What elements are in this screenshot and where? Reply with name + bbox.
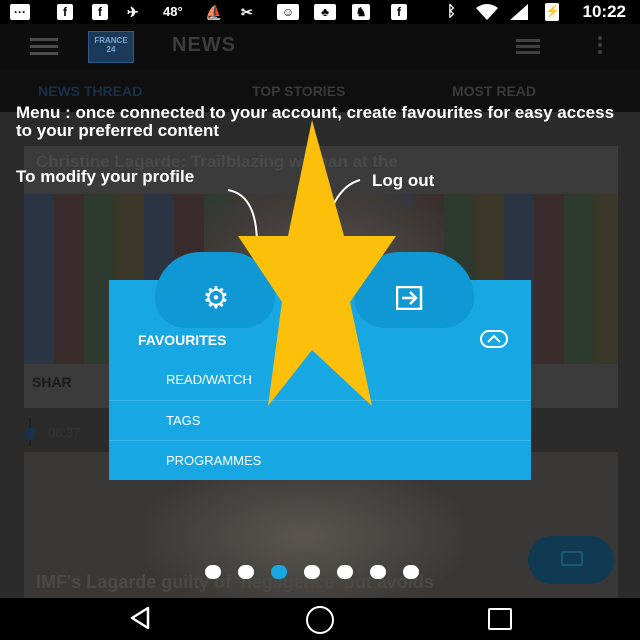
status-bar: ··· f f ✈ 48° ⛵ ✂ ☺ ♣ ♞ f ᛒ ⚡ 10:22: [0, 0, 640, 24]
hamburger-menu-icon[interactable]: [30, 38, 58, 56]
share-button[interactable]: SHAR: [32, 374, 72, 390]
logout-icon: [396, 286, 423, 310]
more-options-icon[interactable]: [598, 36, 604, 58]
page-dot-active[interactable]: [271, 565, 287, 579]
message-icon: ···: [10, 4, 30, 20]
page-title: NEWS: [172, 34, 236, 56]
page-dot[interactable]: [403, 565, 419, 579]
home-icon[interactable]: [306, 606, 334, 634]
live-tv-button[interactable]: [528, 536, 614, 584]
facebook-icon: f: [92, 4, 108, 20]
game-icon: ♣: [314, 4, 336, 20]
facebook-icon: f: [57, 4, 73, 20]
tutorial-profile-tip: To modify your profile: [16, 167, 195, 186]
recent-apps-icon[interactable]: [488, 608, 512, 630]
list-view-icon[interactable]: [516, 39, 540, 55]
back-icon[interactable]: [128, 606, 152, 630]
facebook-icon: f: [391, 4, 407, 20]
menu-item-label: PROGRAMMES: [166, 453, 262, 468]
favourites-label: FAVOURITES: [138, 332, 227, 348]
menu-item-tags[interactable]: TAGS: [109, 400, 531, 440]
tools-icon: ✂: [241, 4, 253, 20]
tv-icon: [561, 551, 583, 566]
kayak-icon: ⛵: [205, 4, 223, 20]
chevron-up-icon[interactable]: [480, 330, 508, 348]
signal-icon: [510, 4, 528, 20]
fox-icon: ♞: [352, 4, 370, 20]
page-dot[interactable]: [238, 565, 254, 579]
system-nav-bar: [0, 598, 640, 640]
tutorial-logout-tip: Log out: [372, 171, 435, 190]
temperature: 48°: [163, 4, 183, 19]
menu-item-label: TAGS: [166, 413, 201, 428]
menu-item-label: READ/WATCH: [166, 372, 252, 387]
gear-icon: ⚙: [202, 282, 230, 315]
page-indicator: [205, 565, 435, 579]
airplane-icon: ✈: [127, 4, 139, 20]
timeline-dot: [24, 428, 36, 440]
article-time: 08:37: [48, 425, 81, 440]
app-logo: FRANCE 24: [88, 31, 134, 63]
bluetooth-icon: ᛒ: [447, 3, 457, 20]
menu-item-read-watch[interactable]: READ/WATCH: [109, 360, 531, 400]
page-dot[interactable]: [370, 565, 386, 579]
page-dot[interactable]: [205, 565, 221, 579]
wifi-icon: [476, 4, 498, 20]
tab-news-thread[interactable]: NEWS THREAD: [38, 83, 142, 99]
tutorial-menu-tip: Menu : once connected to your account, c…: [16, 103, 615, 140]
battery-icon: ⚡: [545, 3, 560, 21]
menu-item-programmes[interactable]: PROGRAMMES: [109, 440, 531, 480]
app-bar: FRANCE 24 NEWS: [0, 24, 640, 70]
tab-top-stories[interactable]: TOP STORIES: [252, 83, 345, 99]
mask-icon: ☺: [277, 4, 299, 20]
clock: 10:22: [582, 2, 626, 21]
tab-most-read[interactable]: MOST READ: [452, 83, 536, 99]
page-dot[interactable]: [304, 565, 320, 579]
page-dot[interactable]: [337, 565, 353, 579]
